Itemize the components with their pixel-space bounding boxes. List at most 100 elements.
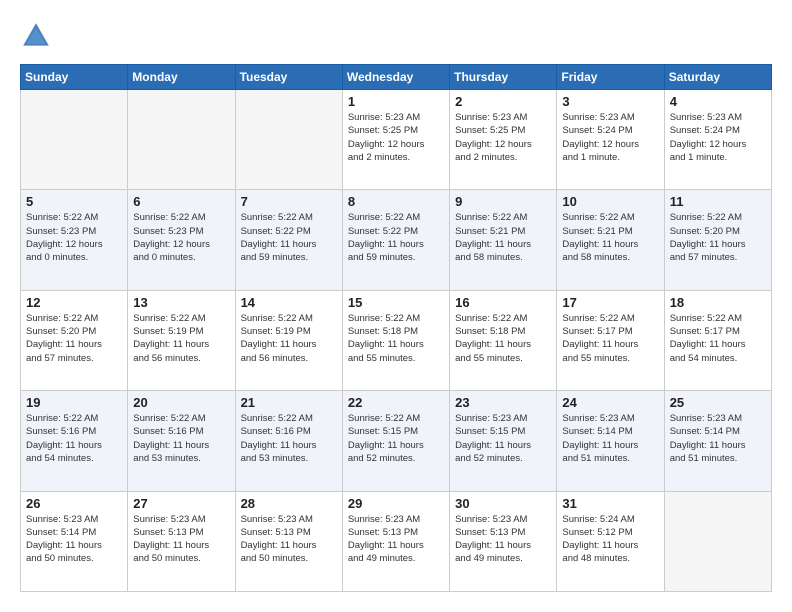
calendar-cell: 7 Sunrise: 5:22 AM Sunset: 5:22 PM Daylig… xyxy=(235,190,342,290)
dow-header: Friday xyxy=(557,65,664,90)
day-number: 17 xyxy=(562,295,658,310)
calendar-cell: 20 Sunrise: 5:22 AM Sunset: 5:16 PM Dayli… xyxy=(128,391,235,491)
calendar-cell: 8 Sunrise: 5:22 AM Sunset: 5:22 PM Daylig… xyxy=(342,190,449,290)
day-info: Sunrise: 5:23 AM Sunset: 5:14 PM Dayligh… xyxy=(26,513,122,566)
day-info: Sunrise: 5:23 AM Sunset: 5:25 PM Dayligh… xyxy=(455,111,551,164)
calendar-cell: 16 Sunrise: 5:22 AM Sunset: 5:18 PM Dayli… xyxy=(450,290,557,390)
calendar-cell: 21Sunrise: 5:22 AM Sunset: 5:16 PM Dayli… xyxy=(235,391,342,491)
calendar-cell: 3Sunrise: 5:23 AM Sunset: 5:24 PM Daylig… xyxy=(557,90,664,190)
day-number: 23 xyxy=(455,395,551,410)
day-number: 18 xyxy=(670,295,766,310)
day-number: 20 xyxy=(133,395,229,410)
calendar-body: 1 Sunrise: 5:23 AM Sunset: 5:25 PM Daylig… xyxy=(21,90,772,592)
day-info: Sunrise: 5:23 AM Sunset: 5:14 PM Dayligh… xyxy=(562,412,658,465)
day-info: Sunrise: 5:23 AM Sunset: 5:13 PM Dayligh… xyxy=(241,513,337,566)
calendar-cell: 28 Sunrise: 5:23 AM Sunset: 5:13 PM Dayli… xyxy=(235,491,342,591)
calendar-cell: 23 Sunrise: 5:23 AM Sunset: 5:15 PM Dayli… xyxy=(450,391,557,491)
calendar-cell: 13 Sunrise: 5:22 AM Sunset: 5:19 PM Dayli… xyxy=(128,290,235,390)
day-number: 2 xyxy=(455,94,551,109)
calendar-cell: 18Sunrise: 5:22 AM Sunset: 5:17 PM Dayli… xyxy=(664,290,771,390)
day-info: Sunrise: 5:24 AM Sunset: 5:12 PM Dayligh… xyxy=(562,513,658,566)
day-info: Sunrise: 5:23 AM Sunset: 5:25 PM Dayligh… xyxy=(348,111,444,164)
day-number: 28 xyxy=(241,496,337,511)
day-info: Sunrise: 5:22 AM Sunset: 5:20 PM Dayligh… xyxy=(26,312,122,365)
day-info: Sunrise: 5:22 AM Sunset: 5:19 PM Dayligh… xyxy=(241,312,337,365)
day-info: Sunrise: 5:23 AM Sunset: 5:15 PM Dayligh… xyxy=(455,412,551,465)
calendar-cell: 2 Sunrise: 5:23 AM Sunset: 5:25 PM Daylig… xyxy=(450,90,557,190)
day-number: 1 xyxy=(348,94,444,109)
day-number: 6 xyxy=(133,194,229,209)
calendar-week-row: 19 Sunrise: 5:22 AM Sunset: 5:16 PM Dayli… xyxy=(21,391,772,491)
day-number: 27 xyxy=(133,496,229,511)
day-number: 19 xyxy=(26,395,122,410)
calendar-cell: 6 Sunrise: 5:22 AM Sunset: 5:23 PM Daylig… xyxy=(128,190,235,290)
calendar-cell: 26 Sunrise: 5:23 AM Sunset: 5:14 PM Dayli… xyxy=(21,491,128,591)
page: SundayMondayTuesdayWednesdayThursdayFrid… xyxy=(0,0,792,612)
day-number: 5 xyxy=(26,194,122,209)
day-number: 7 xyxy=(241,194,337,209)
calendar-cell: 22 Sunrise: 5:22 AM Sunset: 5:15 PM Dayli… xyxy=(342,391,449,491)
calendar-week-row: 26 Sunrise: 5:23 AM Sunset: 5:14 PM Dayli… xyxy=(21,491,772,591)
day-info: Sunrise: 5:22 AM Sunset: 5:16 PM Dayligh… xyxy=(26,412,122,465)
dow-header: Saturday xyxy=(664,65,771,90)
day-info: Sunrise: 5:22 AM Sunset: 5:21 PM Dayligh… xyxy=(455,211,551,264)
day-number: 10 xyxy=(562,194,658,209)
day-info: Sunrise: 5:22 AM Sunset: 5:23 PM Dayligh… xyxy=(26,211,122,264)
day-info: Sunrise: 5:22 AM Sunset: 5:21 PM Dayligh… xyxy=(562,211,658,264)
day-number: 22 xyxy=(348,395,444,410)
day-number: 12 xyxy=(26,295,122,310)
day-info: Sunrise: 5:22 AM Sunset: 5:16 PM Dayligh… xyxy=(133,412,229,465)
day-number: 14 xyxy=(241,295,337,310)
day-info: Sunrise: 5:22 AM Sunset: 5:20 PM Dayligh… xyxy=(670,211,766,264)
day-number: 21 xyxy=(241,395,337,410)
day-number: 26 xyxy=(26,496,122,511)
day-number: 8 xyxy=(348,194,444,209)
dow-header: Tuesday xyxy=(235,65,342,90)
day-number: 9 xyxy=(455,194,551,209)
days-of-week-row: SundayMondayTuesdayWednesdayThursdayFrid… xyxy=(21,65,772,90)
calendar-cell: 25Sunrise: 5:23 AM Sunset: 5:14 PM Dayli… xyxy=(664,391,771,491)
day-info: Sunrise: 5:23 AM Sunset: 5:24 PM Dayligh… xyxy=(670,111,766,164)
calendar-cell xyxy=(664,491,771,591)
day-number: 13 xyxy=(133,295,229,310)
calendar-cell xyxy=(21,90,128,190)
calendar-cell: 9 Sunrise: 5:22 AM Sunset: 5:21 PM Daylig… xyxy=(450,190,557,290)
calendar-cell xyxy=(128,90,235,190)
day-info: Sunrise: 5:22 AM Sunset: 5:22 PM Dayligh… xyxy=(348,211,444,264)
dow-header: Sunday xyxy=(21,65,128,90)
day-info: Sunrise: 5:22 AM Sunset: 5:15 PM Dayligh… xyxy=(348,412,444,465)
day-info: Sunrise: 5:22 AM Sunset: 5:18 PM Dayligh… xyxy=(455,312,551,365)
day-info: Sunrise: 5:23 AM Sunset: 5:24 PM Dayligh… xyxy=(562,111,658,164)
header xyxy=(20,20,772,52)
day-number: 4 xyxy=(670,94,766,109)
calendar-cell: 10 Sunrise: 5:22 AM Sunset: 5:21 PM Dayli… xyxy=(557,190,664,290)
calendar-cell: 29Sunrise: 5:23 AM Sunset: 5:13 PM Dayli… xyxy=(342,491,449,591)
day-number: 30 xyxy=(455,496,551,511)
logo-icon xyxy=(20,20,52,52)
calendar-week-row: 5 Sunrise: 5:22 AM Sunset: 5:23 PM Daylig… xyxy=(21,190,772,290)
day-info: Sunrise: 5:23 AM Sunset: 5:13 PM Dayligh… xyxy=(455,513,551,566)
calendar-week-row: 12 Sunrise: 5:22 AM Sunset: 5:20 PM Dayli… xyxy=(21,290,772,390)
calendar-cell: 19 Sunrise: 5:22 AM Sunset: 5:16 PM Dayli… xyxy=(21,391,128,491)
day-info: Sunrise: 5:22 AM Sunset: 5:23 PM Dayligh… xyxy=(133,211,229,264)
calendar-cell: 27 Sunrise: 5:23 AM Sunset: 5:13 PM Dayli… xyxy=(128,491,235,591)
day-number: 15 xyxy=(348,295,444,310)
calendar-cell: 11Sunrise: 5:22 AM Sunset: 5:20 PM Dayli… xyxy=(664,190,771,290)
calendar-cell: 30 Sunrise: 5:23 AM Sunset: 5:13 PM Dayli… xyxy=(450,491,557,591)
calendar-table: SundayMondayTuesdayWednesdayThursdayFrid… xyxy=(20,64,772,592)
calendar-cell: 31Sunrise: 5:24 AM Sunset: 5:12 PM Dayli… xyxy=(557,491,664,591)
day-number: 29 xyxy=(348,496,444,511)
calendar-cell: 15 Sunrise: 5:22 AM Sunset: 5:18 PM Dayli… xyxy=(342,290,449,390)
day-info: Sunrise: 5:22 AM Sunset: 5:18 PM Dayligh… xyxy=(348,312,444,365)
calendar-cell: 14 Sunrise: 5:22 AM Sunset: 5:19 PM Dayli… xyxy=(235,290,342,390)
calendar-cell: 12 Sunrise: 5:22 AM Sunset: 5:20 PM Dayli… xyxy=(21,290,128,390)
day-info: Sunrise: 5:22 AM Sunset: 5:19 PM Dayligh… xyxy=(133,312,229,365)
calendar-cell: 17Sunrise: 5:22 AM Sunset: 5:17 PM Dayli… xyxy=(557,290,664,390)
day-info: Sunrise: 5:23 AM Sunset: 5:13 PM Dayligh… xyxy=(133,513,229,566)
calendar-cell: 4 Sunrise: 5:23 AM Sunset: 5:24 PM Daylig… xyxy=(664,90,771,190)
calendar-cell: 1 Sunrise: 5:23 AM Sunset: 5:25 PM Daylig… xyxy=(342,90,449,190)
day-info: Sunrise: 5:22 AM Sunset: 5:22 PM Dayligh… xyxy=(241,211,337,264)
day-info: Sunrise: 5:23 AM Sunset: 5:14 PM Dayligh… xyxy=(670,412,766,465)
calendar-cell: 5 Sunrise: 5:22 AM Sunset: 5:23 PM Daylig… xyxy=(21,190,128,290)
day-number: 16 xyxy=(455,295,551,310)
